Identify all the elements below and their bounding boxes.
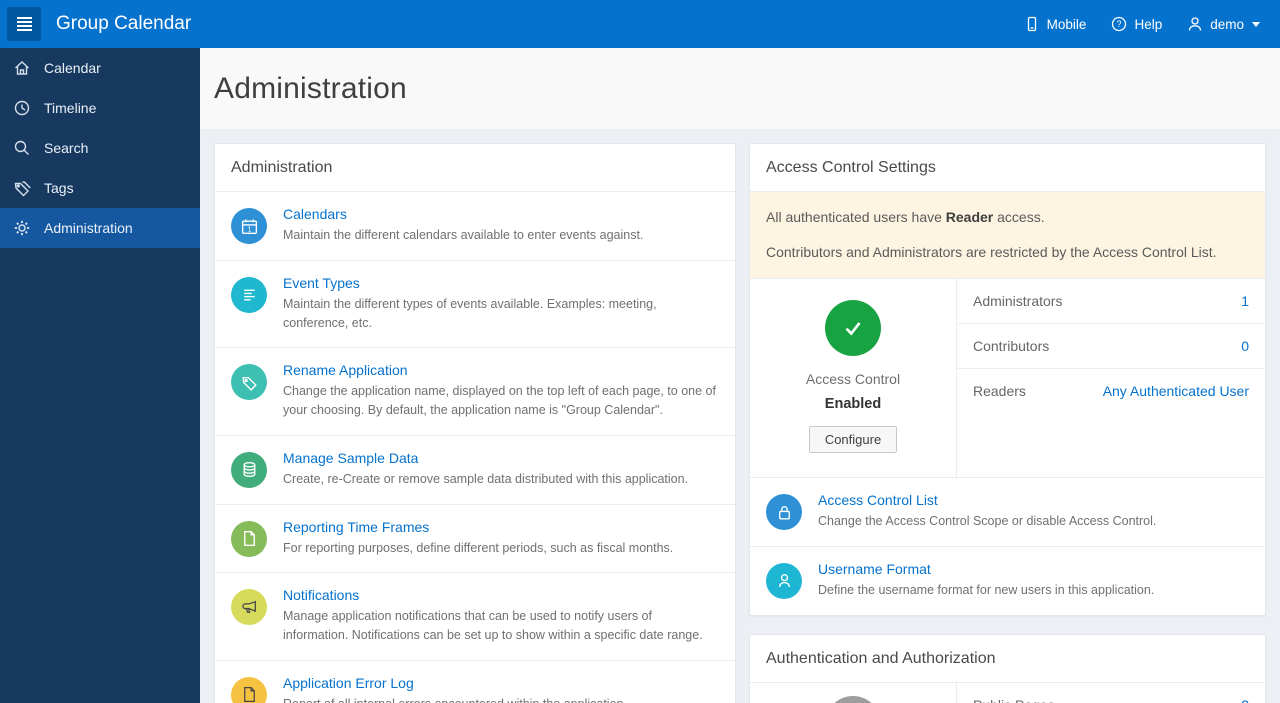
person-icon	[766, 562, 802, 599]
hamburger-menu-button[interactable]	[7, 7, 41, 41]
search-icon	[14, 140, 29, 155]
authentication-section: Public Pages 2	[750, 682, 1265, 703]
public-pages-count-link[interactable]: 2	[1241, 697, 1249, 703]
reporting-time-frames-link[interactable]: Reporting Time Frames	[283, 519, 673, 535]
chevron-down-icon	[1252, 21, 1260, 27]
topbar-links: Mobile ? Help demo	[1023, 15, 1260, 33]
readers-row: Readers Any Authenticated User	[957, 369, 1265, 413]
gear-icon	[14, 220, 30, 236]
tag-icon	[14, 181, 31, 197]
application-error-log-link[interactable]: Application Error Log	[283, 675, 627, 691]
rename-application-description: Change the application name, displayed o…	[283, 384, 716, 417]
user-menu[interactable]: demo	[1186, 15, 1260, 33]
event-types-description: Maintain the different types of events a…	[283, 296, 657, 330]
username-format-link[interactable]: Username Format	[818, 561, 1154, 577]
contributors-count-link[interactable]: 0	[1241, 338, 1249, 354]
administration-card: Administration 1 Calendars Maintain the …	[214, 143, 736, 703]
list-item-access-control-list[interactable]: Access Control List Change the Access Co…	[750, 478, 1265, 547]
check-icon	[825, 300, 881, 357]
page-title: Administration	[214, 72, 407, 105]
calendars-description: Maintain the different calendars availab…	[283, 228, 644, 242]
list-item-manage-sample-data[interactable]: Manage Sample Data Create, re-Create or …	[215, 436, 735, 505]
database-icon	[231, 451, 267, 488]
main-content: Administration Administration 1 Calendar…	[200, 0, 1280, 703]
page-title-band: Administration	[200, 48, 1280, 129]
authentication-authorization-title: Authentication and Authorization	[750, 635, 1265, 683]
reporting-time-frames-description: For reporting purposes, define different…	[283, 540, 674, 555]
calendar-icon: 1	[231, 208, 267, 244]
calendars-link[interactable]: Calendars	[283, 206, 643, 222]
list-item-username-format[interactable]: Username Format Define the username form…	[750, 547, 1265, 615]
access-control-status: Access Control Enabled Configure	[750, 279, 957, 478]
rename-application-link[interactable]: Rename Application	[283, 362, 719, 378]
username-format-description: Define the username format for new users…	[818, 582, 1155, 597]
authentication-counts: Public Pages 2	[957, 683, 1265, 703]
readers-label: Readers	[973, 383, 1026, 400]
sidebar-item-search[interactable]: Search	[0, 128, 200, 168]
lock-icon	[766, 494, 802, 531]
status-circle-icon	[825, 695, 881, 703]
notice-line-1: All authenticated users have Reader acce…	[766, 209, 1045, 225]
event-types-link[interactable]: Event Types	[283, 275, 719, 291]
list-item-notifications[interactable]: Notifications Manage application notific…	[215, 573, 735, 661]
administrators-count-link[interactable]: 1	[1241, 293, 1249, 309]
contributors-label: Contributors	[973, 338, 1050, 355]
administration-card-title: Administration	[215, 144, 735, 192]
list-item-rename-application[interactable]: Rename Application Change the applicatio…	[215, 348, 735, 436]
access-control-label: Access Control	[805, 371, 901, 388]
public-pages-label: Public Pages	[973, 697, 1055, 703]
help-link[interactable]: ? Help	[1110, 15, 1162, 33]
public-pages-row: Public Pages 2	[957, 683, 1265, 703]
authentication-authorization-card: Authentication and Authorization Public …	[749, 633, 1266, 703]
access-control-value: Enabled	[824, 396, 882, 413]
contributors-row: Contributors 0	[957, 324, 1265, 370]
list-item-reporting-time-frames[interactable]: Reporting Time Frames For reporting purp…	[215, 505, 735, 574]
list-item-event-types[interactable]: Event Types Maintain the different types…	[215, 261, 735, 349]
list-item-application-error-log[interactable]: Application Error Log Report of all inte…	[215, 661, 735, 703]
app-title: Group Calendar	[56, 13, 192, 34]
sidebar: Calendar Timeline Search Tags Administra…	[0, 48, 200, 703]
notifications-link[interactable]: Notifications	[283, 587, 719, 603]
list-icon	[231, 276, 267, 313]
sidebar-item-calendar[interactable]: Calendar	[0, 48, 200, 88]
megaphone-icon	[231, 589, 267, 626]
sidebar-item-tags[interactable]: Tags	[0, 168, 200, 208]
access-counts: Administrators 1 Contributors 0 Readers …	[957, 279, 1265, 477]
readers-value-link[interactable]: Any Authenticated User	[1103, 383, 1249, 399]
application-error-log-description: Report of all internal errors encountere…	[283, 695, 627, 703]
home-icon	[15, 61, 29, 75]
clock-icon	[14, 100, 30, 116]
svg-text:1: 1	[247, 226, 251, 233]
document-icon	[231, 676, 267, 703]
administrators-label: Administrators	[973, 293, 1063, 310]
user-icon	[1189, 17, 1202, 31]
administrators-row: Administrators 1	[957, 279, 1265, 325]
manage-sample-data-link[interactable]: Manage Sample Data	[283, 450, 688, 466]
authentication-status	[750, 682, 957, 703]
sidebar-item-timeline[interactable]: Timeline	[0, 88, 200, 128]
top-header: Group Calendar Mobile ? Help demo	[0, 0, 1280, 48]
mobile-link[interactable]: Mobile	[1023, 15, 1086, 33]
list-item-calendars[interactable]: 1 Calendars Maintain the different calen…	[215, 192, 735, 261]
access-control-settings-card: Access Control Settings All authenticate…	[749, 143, 1266, 616]
access-control-status-section: Access Control Enabled Configure Adminis…	[750, 279, 1265, 479]
access-control-notice: All authenticated users have Reader acce…	[750, 192, 1265, 280]
mobile-icon	[1027, 16, 1036, 32]
manage-sample-data-description: Create, re-Create or remove sample data …	[283, 471, 689, 486]
notifications-description: Manage application notifications that ca…	[283, 609, 703, 642]
configure-button[interactable]: Configure	[808, 426, 898, 454]
notice-line-2: Contributors and Administrators are rest…	[766, 243, 1217, 260]
access-control-settings-title: Access Control Settings	[750, 144, 1265, 192]
tag-icon	[231, 364, 267, 401]
svg-text:?: ?	[1117, 19, 1122, 29]
access-control-list-link[interactable]: Access Control List	[818, 492, 1156, 508]
document-icon	[231, 520, 267, 557]
sidebar-item-administration[interactable]: Administration	[0, 208, 200, 248]
access-control-list-description: Change the Access Control Scope or disab…	[818, 514, 1157, 529]
help-icon: ?	[1112, 16, 1127, 32]
